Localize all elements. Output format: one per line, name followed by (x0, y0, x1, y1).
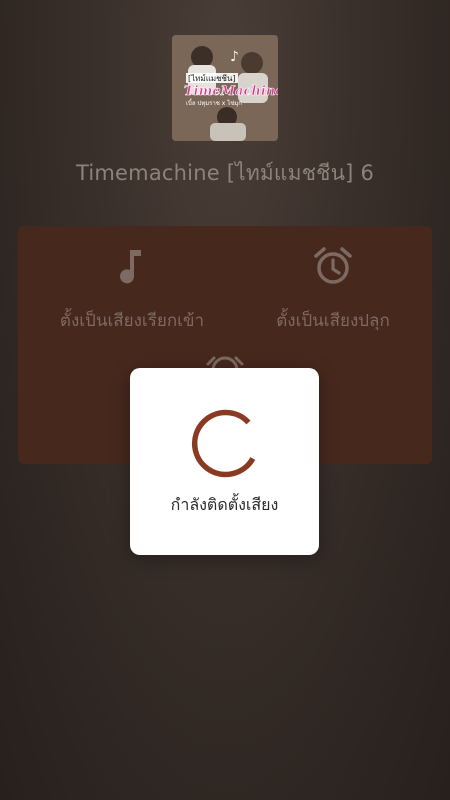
installing-sound-message: กำลังติดตั้งเสียง (170, 495, 279, 514)
loading-spinner-icon (191, 409, 256, 478)
installing-sound-dialog: กำลังติดตั้งเสียง (130, 368, 319, 555)
